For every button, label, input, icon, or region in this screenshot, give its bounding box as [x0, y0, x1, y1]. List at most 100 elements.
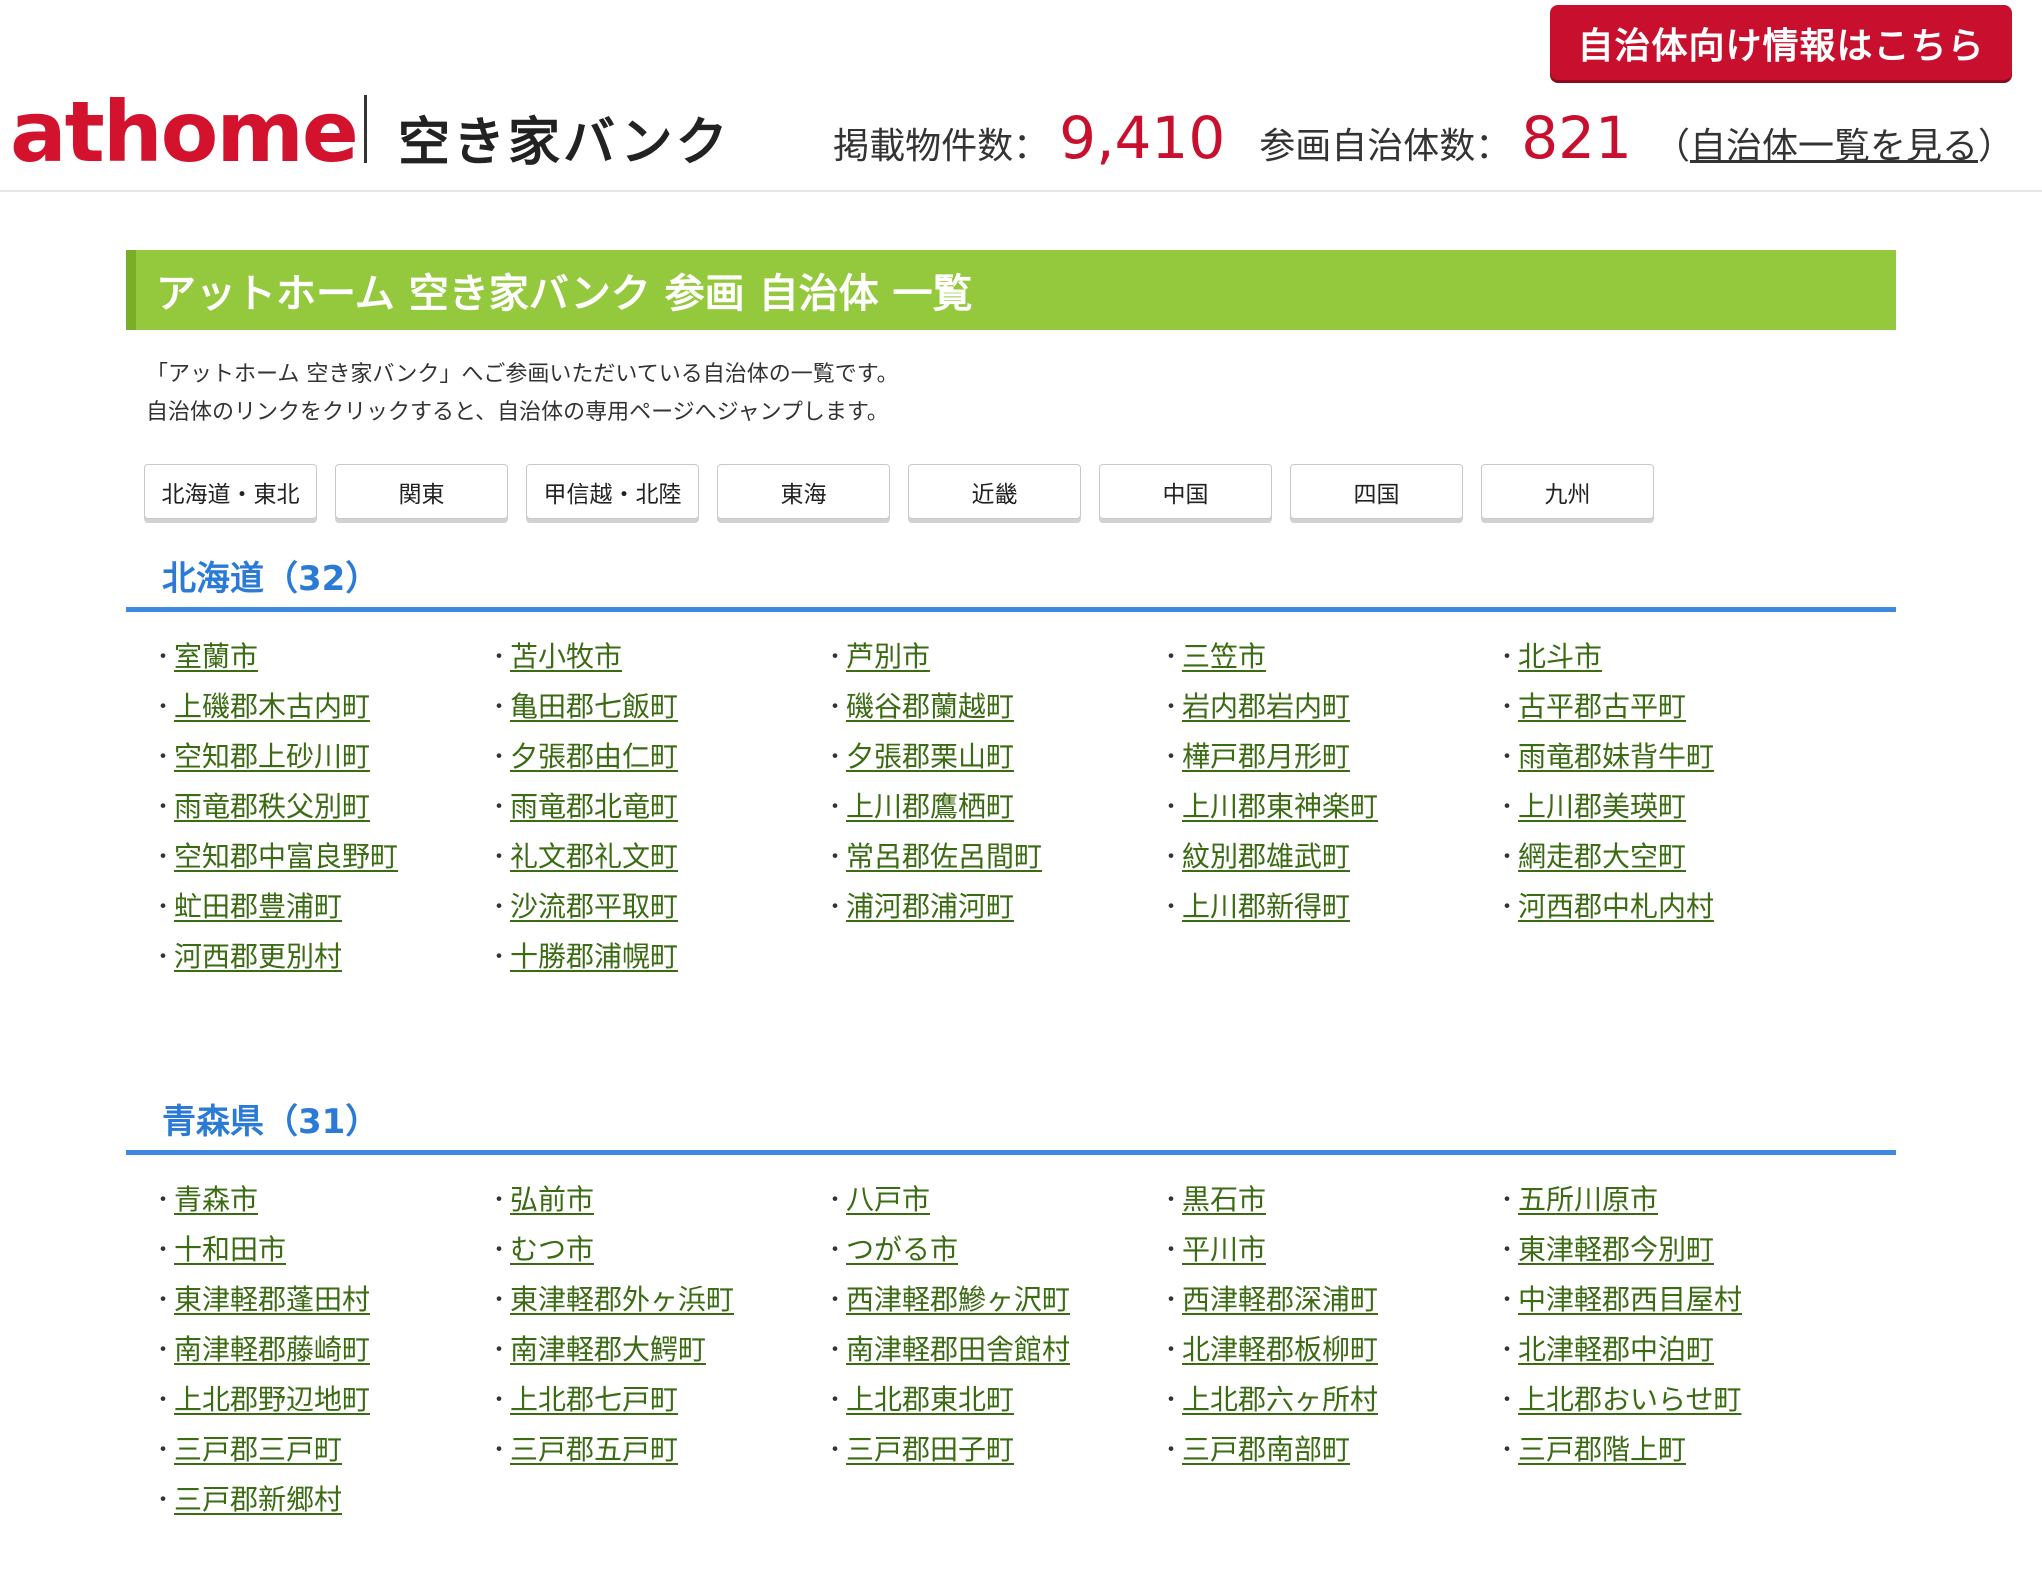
municipality-link[interactable]: 三戸郡三戸町: [174, 1428, 342, 1468]
municipality-link[interactable]: 虻田郡豊浦町: [174, 885, 342, 925]
municipality-link[interactable]: 北津軽郡板柳町: [1182, 1328, 1378, 1368]
region-tab[interactable]: 関東: [335, 464, 508, 519]
municipality-item: ・五所川原市: [1496, 1173, 1832, 1223]
municipality-link[interactable]: 礼文郡礼文町: [510, 835, 678, 875]
municipality-link[interactable]: 上磯郡木古内町: [174, 685, 370, 725]
bullet-icon: ・: [1496, 645, 1519, 670]
municipality-link[interactable]: 弘前市: [510, 1178, 594, 1218]
municipality-link[interactable]: つがる市: [846, 1228, 958, 1268]
municipality-item: ・青森市: [152, 1173, 488, 1223]
municipality-link[interactable]: 夕張郡由仁町: [510, 735, 678, 775]
municipality-link[interactable]: 三笠市: [1182, 635, 1266, 675]
municipality-link[interactable]: 青森市: [174, 1178, 258, 1218]
municipality-link[interactable]: 室蘭市: [174, 635, 258, 675]
region-tab[interactable]: 中国: [1099, 464, 1272, 519]
municipality-item: ・三戸郡田子町: [824, 1423, 1160, 1473]
municipality-link[interactable]: 南津軽郡大鰐町: [510, 1328, 706, 1368]
municipality-link[interactable]: 北津軽郡中泊町: [1518, 1328, 1714, 1368]
municipality-link[interactable]: 常呂郡佐呂間町: [846, 835, 1042, 875]
municipality-link[interactable]: 三戸郡階上町: [1518, 1428, 1686, 1468]
municipality-link[interactable]: 中津軽郡西目屋村: [1518, 1278, 1742, 1318]
municipality-link[interactable]: 岩内郡岩内町: [1182, 685, 1350, 725]
municipality-item: ・雨竜郡妹背牛町: [1496, 730, 1832, 780]
municipality-link[interactable]: 上北郡六ヶ所村: [1182, 1378, 1378, 1418]
municipality-link[interactable]: 雨竜郡妹背牛町: [1518, 735, 1714, 775]
municipality-link[interactable]: 東津軽郡蓬田村: [174, 1278, 370, 1318]
municipality-link[interactable]: 苫小牧市: [510, 635, 622, 675]
site-header: 自治体向け情報はこちら athome 空き家バンク 掲載物件数： 9,410 参…: [0, 0, 2042, 192]
municipality-link[interactable]: 上川郡美瑛町: [1518, 785, 1686, 825]
municipality-item: ・八戸市: [824, 1173, 1160, 1223]
municipality-link[interactable]: 西津軽郡深浦町: [1182, 1278, 1378, 1318]
municipality-link[interactable]: 平川市: [1182, 1228, 1266, 1268]
municipality-link[interactable]: むつ市: [510, 1228, 594, 1268]
municipality-link[interactable]: 北斗市: [1518, 635, 1602, 675]
municipality-link[interactable]: 空知郡中富良野町: [174, 835, 398, 875]
logo-divider: [364, 95, 367, 163]
bullet-icon: ・: [1160, 645, 1183, 670]
municipality-link[interactable]: 三戸郡五戸町: [510, 1428, 678, 1468]
municipality-item: ・空知郡上砂川町: [152, 730, 488, 780]
municipality-link[interactable]: 十勝郡浦幌町: [510, 935, 678, 975]
municipality-link[interactable]: 沙流郡平取町: [510, 885, 678, 925]
region-tab[interactable]: 近畿: [908, 464, 1081, 519]
municipality-item: ・上川郡東神楽町: [1160, 780, 1496, 830]
municipality-link[interactable]: 河西郡中札内村: [1518, 885, 1714, 925]
bullet-icon: ・: [152, 1188, 175, 1213]
municipality-link[interactable]: 上北郡野辺地町: [174, 1378, 370, 1418]
municipality-link[interactable]: 黒石市: [1182, 1178, 1266, 1218]
municipality-link[interactable]: 夕張郡栗山町: [846, 735, 1014, 775]
municipality-link[interactable]: 上川郡鷹栖町: [846, 785, 1014, 825]
bullet-icon: ・: [152, 1488, 175, 1513]
municipality-item: ・虻田郡豊浦町: [152, 880, 488, 930]
municipality-link[interactable]: 南津軽郡藤崎町: [174, 1328, 370, 1368]
municipality-link[interactable]: 河西郡更別村: [174, 935, 342, 975]
bullet-icon: ・: [1496, 1288, 1519, 1313]
municipality-item: ・上北郡七戸町: [488, 1373, 824, 1423]
municipality-link[interactable]: 三戸郡田子町: [846, 1428, 1014, 1468]
municipality-link[interactable]: 東津軽郡外ヶ浜町: [510, 1278, 734, 1318]
municipality-link[interactable]: 網走郡大空町: [1518, 835, 1686, 875]
municipality-link[interactable]: 上北郡おいらせ町: [1518, 1378, 1741, 1418]
municipality-item: ・南津軽郡田舎館村: [824, 1323, 1160, 1373]
prefecture-heading: 北海道（32）: [126, 550, 1896, 612]
municipality-link[interactable]: 東津軽郡今別町: [1518, 1228, 1714, 1268]
municipality-item: ・雨竜郡北竜町: [488, 780, 824, 830]
municipality-link[interactable]: 五所川原市: [1518, 1178, 1658, 1218]
municipality-info-button[interactable]: 自治体向け情報はこちら: [1550, 5, 2012, 80]
municipality-link[interactable]: 上川郡東神楽町: [1182, 785, 1378, 825]
municipality-link[interactable]: 西津軽郡鰺ヶ沢町: [846, 1278, 1070, 1318]
municipality-link[interactable]: 上川郡新得町: [1182, 885, 1350, 925]
bullet-icon: ・: [824, 895, 847, 920]
municipality-link[interactable]: 三戸郡新郷村: [174, 1478, 342, 1518]
bullet-icon: ・: [488, 1438, 511, 1463]
region-tab[interactable]: 四国: [1290, 464, 1463, 519]
municipality-link[interactable]: 雨竜郡北竜町: [510, 785, 678, 825]
municipality-link[interactable]: 空知郡上砂川町: [174, 735, 370, 775]
municipality-link[interactable]: 紋別郡雄武町: [1182, 835, 1350, 875]
municipality-link[interactable]: 三戸郡南部町: [1182, 1428, 1350, 1468]
athome-logo[interactable]: athome: [10, 90, 359, 174]
municipality-link[interactable]: 十和田市: [174, 1228, 286, 1268]
municipality-link[interactable]: 上北郡七戸町: [510, 1378, 678, 1418]
municipality-link[interactable]: 芦別市: [846, 635, 930, 675]
municipality-list-link[interactable]: 自治体一覧を見る: [1690, 126, 1978, 167]
municipality-link[interactable]: 磯谷郡蘭越町: [846, 685, 1014, 725]
region-tab[interactable]: 九州: [1481, 464, 1654, 519]
municipality-link[interactable]: 亀田郡七飯町: [510, 685, 678, 725]
bullet-icon: ・: [152, 845, 175, 870]
municipality-link[interactable]: 雨竜郡秩父別町: [174, 785, 370, 825]
region-tab[interactable]: 甲信越・北陸: [526, 464, 699, 519]
bullet-icon: ・: [488, 1338, 511, 1363]
region-tab[interactable]: 東海: [717, 464, 890, 519]
region-tab[interactable]: 北海道・東北: [144, 464, 317, 519]
municipality-link[interactable]: 古平郡古平町: [1518, 685, 1686, 725]
municipality-count: 821: [1521, 104, 1632, 172]
bullet-icon: ・: [824, 1238, 847, 1263]
municipality-link[interactable]: 南津軽郡田舎館村: [846, 1328, 1070, 1368]
municipality-link[interactable]: 樺戸郡月形町: [1182, 735, 1350, 775]
municipality-link[interactable]: 浦河郡浦河町: [846, 885, 1014, 925]
municipality-grid: ・青森市・弘前市・八戸市・黒石市・五所川原市・十和田市・むつ市・つがる市・平川市…: [152, 1173, 1892, 1523]
municipality-link[interactable]: 八戸市: [846, 1178, 930, 1218]
municipality-link[interactable]: 上北郡東北町: [846, 1378, 1014, 1418]
